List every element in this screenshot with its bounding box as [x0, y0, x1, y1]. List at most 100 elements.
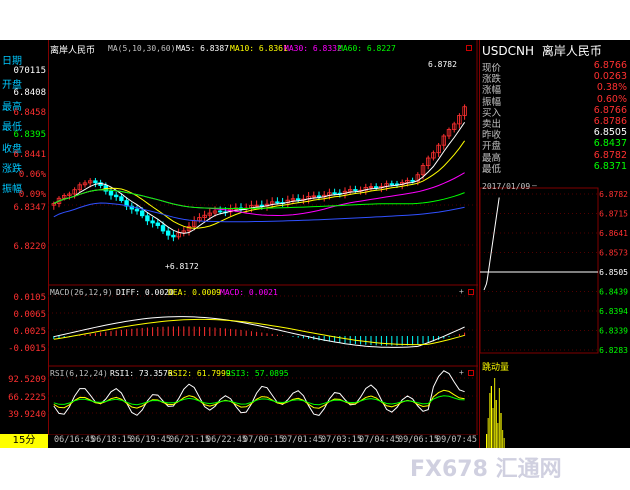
quote-row: 买入 6.8766 [482, 104, 627, 119]
volume-bar [487, 418, 489, 448]
quote-row-value: 6.8782 [593, 149, 627, 161]
time-label: 09/06:15 [398, 435, 439, 445]
time-label: 07/00:15 [243, 435, 284, 445]
mini-price-line [483, 197, 500, 291]
candle-body [150, 220, 155, 224]
left-info-panel: 日期 070115 开盘 6.8408 最高 6.8458 最低 6.8395 … [0, 40, 49, 435]
time-axis: 06/16:45 06/18:15 06/19:45 06/21:15 06/2… [48, 435, 478, 447]
quote-panel: USDCNH 离岸人民币 现价 6.8766 涨跌 0.0263 涨幅 0.38% 振幅 0.… [479, 40, 630, 490]
mini-axis-label: 6.8439 [599, 288, 628, 297]
quote-row-value: 0.38% [596, 82, 627, 94]
rsi2-value: RSI2: 61.7999 [168, 369, 231, 378]
macd-add-icon[interactable]: + [459, 287, 464, 296]
quote-title: USDCNH 离岸人民币 [482, 42, 602, 59]
candle-body [389, 183, 394, 186]
ma10-value: MA10: 6.8361 [230, 44, 288, 53]
watermark-logo: FX678 汇通网 [410, 457, 562, 482]
volume-bar [494, 378, 496, 448]
candle-body [160, 225, 166, 232]
mini-axis-label: 6.8283 [599, 346, 628, 355]
info-label-date: 日期 [2, 56, 22, 67]
macd-title: MACD(26,12,9) [50, 288, 113, 297]
quote-row: 卖出 6.8786 [482, 116, 627, 130]
mini-axis-label: 6.8339 [599, 327, 628, 336]
info-value-low: 6.8395 [13, 130, 46, 140]
quote-row-value: 6.8786 [593, 116, 627, 127]
info-value-date: 070115 [13, 66, 46, 76]
volume-bar [502, 430, 504, 448]
mini-axis-label: 6.8641 [599, 229, 628, 238]
quote-symbol-code: USDCNH [482, 44, 535, 58]
time-label: 06/19:45 [130, 435, 171, 445]
quote-row: 振幅 0.60% [482, 93, 627, 108]
ma60-value: MA60: 6.8227 [338, 44, 396, 53]
quote-row: 昨收 6.8505 [482, 127, 627, 141]
intraday-mini-chart[interactable]: 6.8782 6.8715 6.8641 6.8573 6.8505 6.8439 6.83… [480, 180, 630, 360]
macd-close-button[interactable] [468, 289, 474, 295]
rsi-close-button[interactable] [468, 370, 474, 376]
quote-row-value: 6.8766 [593, 104, 627, 116]
price-axis-label: 6.8347 [13, 203, 46, 213]
tick-volume-chart [486, 378, 505, 448]
macd-value: MACD: 0.0021 [220, 288, 278, 297]
quote-symbol-name: 离岸人民币 [541, 44, 602, 58]
candle-body [373, 186, 379, 189]
candle-body [140, 210, 145, 217]
info-value-close: 6.8441 [13, 150, 46, 160]
volume-bar [500, 413, 502, 448]
quote-row: 最低 6.8371 [482, 161, 627, 175]
volume-bar [492, 408, 494, 448]
time-label: 06/22:45 [206, 435, 247, 445]
period-selector-button[interactable]: 15分 [0, 434, 48, 448]
ma-title: MA(5,10,30,60) [108, 44, 176, 53]
candle-body [217, 210, 223, 213]
time-label: 07/03:15 [321, 435, 362, 445]
quote-row-value: 6.8766 [593, 60, 627, 71]
macd-diff-line [53, 316, 465, 348]
panel-close-button[interactable] [466, 45, 472, 51]
high-annotation: 6.8782 [428, 60, 457, 69]
info-value-amplitude: 0.09% [18, 190, 46, 200]
candle-body [134, 208, 140, 212]
chart-symbol-name: 离岸人民币 [50, 46, 96, 56]
candle-body [145, 215, 150, 222]
rsi-axis-label: 92.5209 [8, 375, 46, 385]
chart-window: 日期 070115 开盘 6.8408 最高 6.8458 最低 6.8395 … [0, 40, 630, 490]
rsi-title: RSI(6,12,24) [50, 369, 108, 378]
mini-axis-label: 6.8505 [599, 268, 628, 277]
macd-axis-label: 0.0105 [13, 293, 46, 303]
mini-chart-date: 2017/01/09 [482, 182, 531, 191]
info-value-open: 6.8408 [13, 88, 46, 98]
bottom-white-bar: FX678 汇通网 [0, 448, 630, 490]
quote-row-value: 0.0263 [593, 71, 627, 83]
quote-row-label: 最低 [482, 163, 502, 175]
candle-body [166, 230, 171, 236]
ma-line [53, 122, 466, 234]
info-value-high: 6.8458 [13, 108, 46, 118]
mini-axis-label: 6.8394 [599, 307, 628, 316]
volume-bar [486, 434, 488, 448]
candle-body [275, 201, 280, 204]
mini-axis-label: 6.8573 [599, 249, 628, 258]
mini-axis-label: 6.8715 [599, 210, 628, 219]
info-value-change: 0.06% [18, 170, 46, 180]
quote-row-value: 6.8437 [593, 138, 627, 150]
rsi-axis-label: 66.2225 [8, 393, 46, 403]
candle-body [119, 196, 124, 201]
time-label: 06/21:15 [169, 435, 210, 445]
candle-body [155, 222, 160, 226]
quote-row: 开盘 6.8437 [482, 138, 627, 152]
candle-body [114, 194, 119, 198]
rsi-axis-label: 39.9240 [8, 410, 46, 420]
volume-bar [503, 438, 505, 448]
quote-row-value: 6.8505 [593, 127, 627, 139]
rsi-add-icon[interactable]: + [459, 368, 464, 377]
mini-chart-collapse-icon[interactable]: — [532, 181, 537, 190]
time-label: 07/04:45 [359, 435, 400, 445]
time-label: 07/01:45 [282, 435, 323, 445]
volume-bar [497, 423, 499, 448]
macd-diff: DIFF: 0.0020 [116, 288, 174, 297]
quote-row-value: 0.60% [596, 93, 627, 105]
volume-bar [495, 400, 497, 448]
rsi1-value: RSI1: 73.3576 [110, 369, 173, 378]
